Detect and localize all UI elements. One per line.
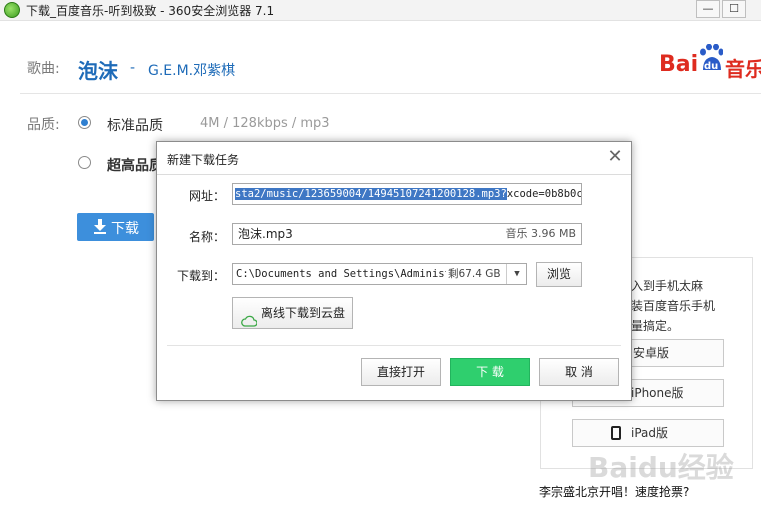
baidu-paw-icon: du — [699, 43, 724, 74]
quality-standard-label: 标准品质 — [107, 118, 163, 134]
close-icon[interactable]: ✕ — [606, 148, 624, 166]
download-button[interactable]: 下载 — [77, 213, 154, 241]
header-divider — [20, 93, 761, 94]
ipad-app-button[interactable]: iPad版 — [572, 419, 724, 447]
promo-text: 入到手机太麻 装百度音乐手机 量搞定。 — [631, 279, 716, 333]
file-meta: 音乐 3.96 MB — [505, 227, 576, 240]
browse-button[interactable]: 浏览 — [536, 262, 582, 287]
free-space: 剩67.4 GB — [446, 264, 501, 284]
minimize-button[interactable]: — — [696, 0, 720, 18]
dialog-title: 新建下载任务 — [167, 153, 240, 167]
url-label: 网址： — [188, 189, 225, 203]
quality-high-radio[interactable] — [78, 156, 91, 169]
quality-standard-radio[interactable] — [78, 116, 91, 129]
download-arrow-icon — [93, 218, 107, 234]
cloud-download-button[interactable]: 离线下载到云盘 — [232, 297, 353, 329]
song-name: 泡沫 — [78, 59, 118, 83]
download-button-label: 下载 — [111, 221, 139, 237]
quality-label: 品质: — [27, 117, 60, 133]
save-path-value: C:\Documents and Settings\Administ — [236, 268, 451, 280]
chevron-down-icon[interactable]: ▼ — [506, 264, 526, 284]
song-dash: - — [130, 60, 136, 76]
save-path-select[interactable]: C:\Documents and Settings\Administ 剩67.4… — [232, 263, 527, 285]
quality-high-label: 超高品质 — [107, 158, 156, 174]
artist-name: G.E.M.邓紫棋 — [148, 63, 236, 79]
cloud-icon — [241, 308, 258, 327]
window-title: 下载_百度音乐-听到极致 - 360安全浏览器 7.1 — [26, 4, 275, 18]
filename-field[interactable]: 泡沫.mp3 音乐 3.96 MB — [232, 223, 582, 245]
baidu-jingyan-watermark: Baidu经验 — [588, 451, 734, 484]
baidu-music-logo: Bai du 音乐 — [659, 40, 761, 81]
dialog-footer-divider — [167, 345, 621, 346]
url-field[interactable]: sta2/music/123659004/14945107241200128.m… — [232, 183, 582, 205]
name-label: 名称： — [188, 230, 225, 244]
browser-title-bar: 下载_百度音乐-听到极致 - 360安全浏览器 7.1 — ☐ — [0, 0, 761, 21]
browser-logo-icon — [4, 2, 20, 18]
open-directly-button[interactable]: 直接打开 — [361, 358, 441, 386]
save-to-label: 下载到： — [176, 269, 225, 283]
ipad-icon — [611, 426, 621, 440]
filename-value: 泡沫.mp3 — [238, 227, 293, 241]
quality-standard-info: 4M / 128kbps / mp3 — [200, 116, 330, 131]
new-download-dialog: 新建下载任务 ✕ 网址： sta2/music/123659004/149451… — [156, 141, 632, 401]
maximize-button[interactable]: ☐ — [722, 0, 746, 18]
cancel-button[interactable]: 取 消 — [539, 358, 619, 386]
dialog-title-divider — [157, 174, 631, 175]
song-label: 歌曲: — [27, 61, 60, 77]
download-confirm-button[interactable]: 下 载 — [450, 358, 530, 386]
url-selected-text: sta2/music/123659004/14945107241200128.m… — [235, 188, 507, 200]
url-remaining-text: xcode=0b8b0c4 — [506, 188, 582, 200]
